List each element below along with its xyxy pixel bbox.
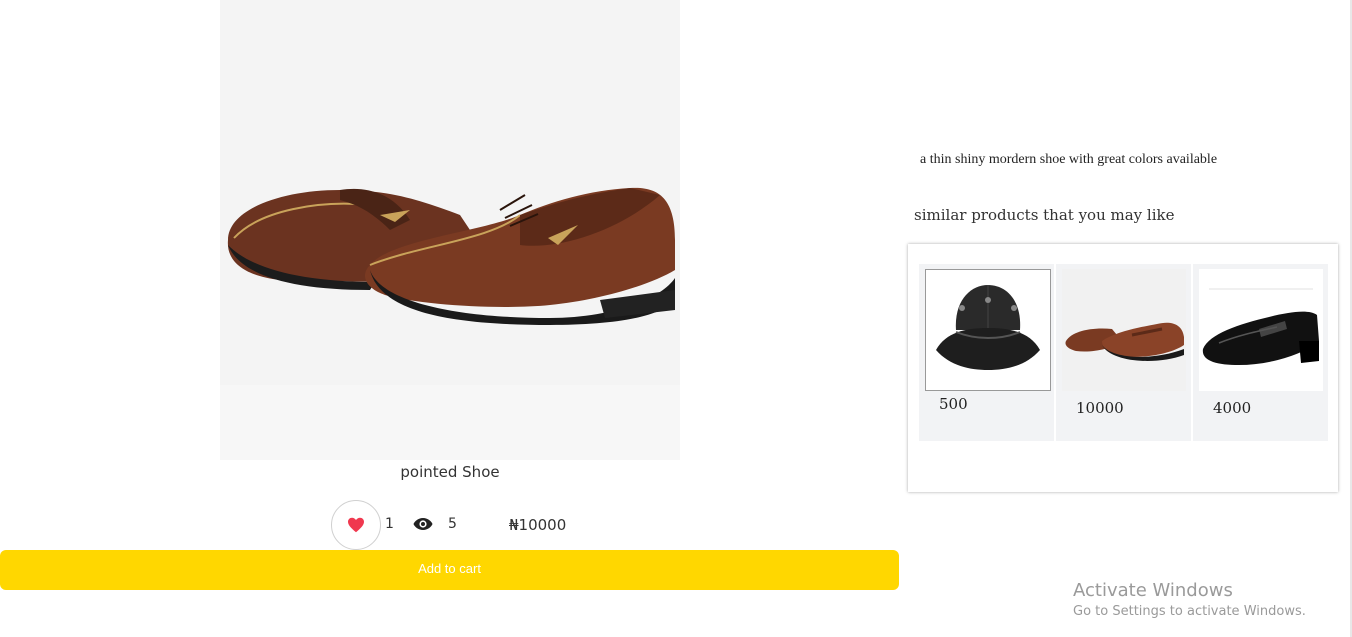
similar-product-price: 4000 (1213, 399, 1252, 417)
similar-product-price: 500 (939, 395, 968, 413)
similar-product-price: 10000 (1076, 399, 1124, 417)
eye-icon (413, 518, 433, 530)
view-count: 5 (448, 516, 457, 532)
watermark-title: Activate Windows (1073, 580, 1233, 601)
similar-product-card[interactable]: 500 (919, 264, 1054, 441)
add-to-cart-button[interactable]: Add to cart (0, 550, 899, 590)
product-image (220, 0, 680, 460)
similar-product-image[interactable] (1199, 269, 1323, 391)
heart-icon (348, 517, 364, 533)
similar-product-card[interactable]: 10000 (1056, 264, 1191, 441)
similar-product-image[interactable] (925, 269, 1051, 391)
similar-products-heading: similar products that you may like (914, 206, 1175, 224)
product-description: a thin shiny mordern shoe with great col… (920, 152, 1218, 167)
similar-products-panel: 500 10000 4000 (908, 244, 1338, 492)
currency-symbol: ₦ (509, 516, 519, 534)
activate-windows-watermark: Activate Windows Go to Settings to activ… (1073, 580, 1306, 619)
product-title: pointed Shoe (400, 463, 500, 481)
like-button[interactable] (331, 500, 381, 550)
like-count: 1 (385, 516, 394, 532)
product-price: ₦10000 (509, 516, 566, 534)
watermark-subtitle: Go to Settings to activate Windows. (1073, 604, 1306, 619)
similar-product-image[interactable] (1062, 269, 1186, 391)
similar-product-card[interactable]: 4000 (1193, 264, 1328, 441)
price-value: 10000 (518, 516, 567, 534)
